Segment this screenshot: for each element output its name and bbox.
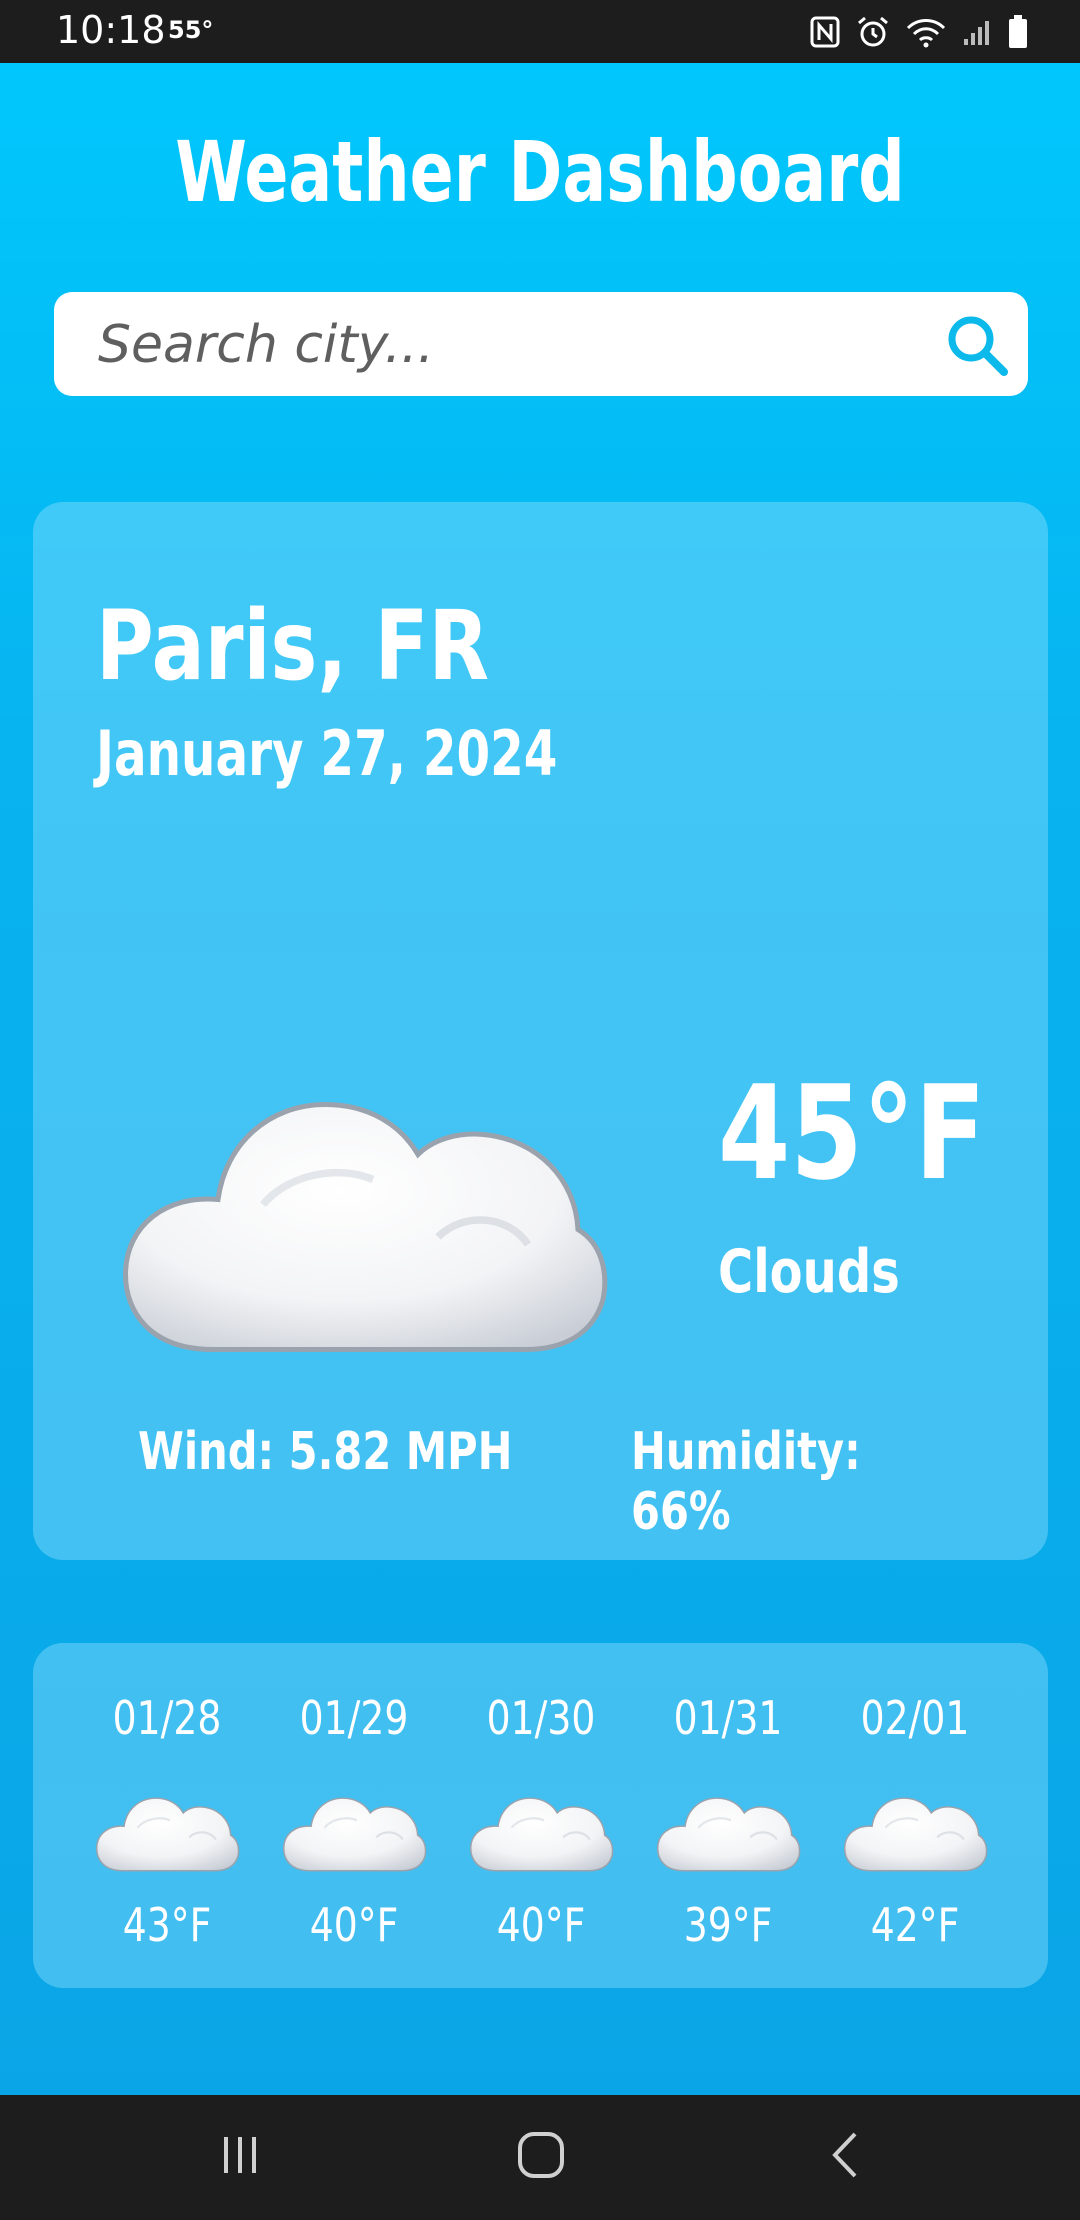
forecast-temp: 42°F [870, 1898, 960, 1952]
forecast-day: 01/29 40°F [264, 1643, 444, 1988]
search-button[interactable] [942, 312, 1012, 382]
forecast-day: 02/01 42°F [825, 1643, 1005, 1988]
navigation-bar [0, 2095, 1080, 2220]
current-temperature: 45°F [718, 1057, 986, 1209]
page-title: Weather Dashboard [175, 123, 905, 221]
search-input[interactable] [96, 292, 920, 398]
search-box[interactable] [54, 292, 1028, 398]
forecast-day: 01/28 43°F [77, 1643, 257, 1988]
weather-condition: Clouds [718, 1237, 900, 1307]
status-icons [810, 12, 1028, 52]
weather-app: Weather Dashboard Paris, FR January 27, … [0, 63, 1080, 2095]
home-icon [516, 2130, 566, 2185]
recent-apps-icon [218, 2133, 262, 2182]
forecast-date: 01/30 [486, 1691, 596, 1745]
forecast-date: 02/01 [860, 1691, 970, 1745]
status-bar: 10:18 55° [0, 0, 1080, 63]
alarm-icon [856, 15, 890, 49]
current-date: January 27, 2024 [96, 717, 558, 790]
search-icon [944, 312, 1010, 383]
forecast-temp: 39°F [683, 1898, 773, 1952]
status-time: 10:18 [56, 8, 166, 52]
wind-speed: Wind: 5.82 MPH [138, 1422, 513, 1482]
forecast-date: 01/29 [299, 1691, 409, 1745]
status-temperature: 55° [168, 16, 214, 44]
cloud-icon [654, 1780, 802, 1880]
forecast-temp: 40°F [309, 1898, 399, 1952]
humidity: Humidity: 66% [631, 1422, 861, 1542]
forecast-day: 01/30 40°F [451, 1643, 631, 1988]
recent-apps-button[interactable] [205, 2127, 275, 2187]
cloud-icon [467, 1780, 615, 1880]
back-icon [825, 2130, 865, 2185]
current-weather-card: Paris, FR January 27, 2024 45°F Clouds W… [33, 502, 1048, 1560]
signal-icon [962, 17, 992, 47]
forecast-date: 01/28 [112, 1691, 222, 1745]
forecast-temp: 40°F [496, 1898, 586, 1952]
forecast-temp: 43°F [122, 1898, 212, 1952]
cloud-icon [113, 1042, 613, 1382]
home-button[interactable] [506, 2127, 576, 2187]
nfc-icon [810, 16, 840, 48]
cloud-icon [93, 1780, 241, 1880]
back-button[interactable] [810, 2127, 880, 2187]
cloud-icon [280, 1780, 428, 1880]
battery-icon [1008, 15, 1028, 49]
wifi-icon [906, 16, 946, 48]
forecast-card: 01/28 43°F 01/29 40°F 01/30 40°F 01/31 3… [33, 1643, 1048, 1988]
forecast-day: 01/31 39°F [638, 1643, 818, 1988]
city-name: Paris, FR [96, 590, 490, 702]
forecast-date: 01/31 [673, 1691, 783, 1745]
cloud-icon [841, 1780, 989, 1880]
